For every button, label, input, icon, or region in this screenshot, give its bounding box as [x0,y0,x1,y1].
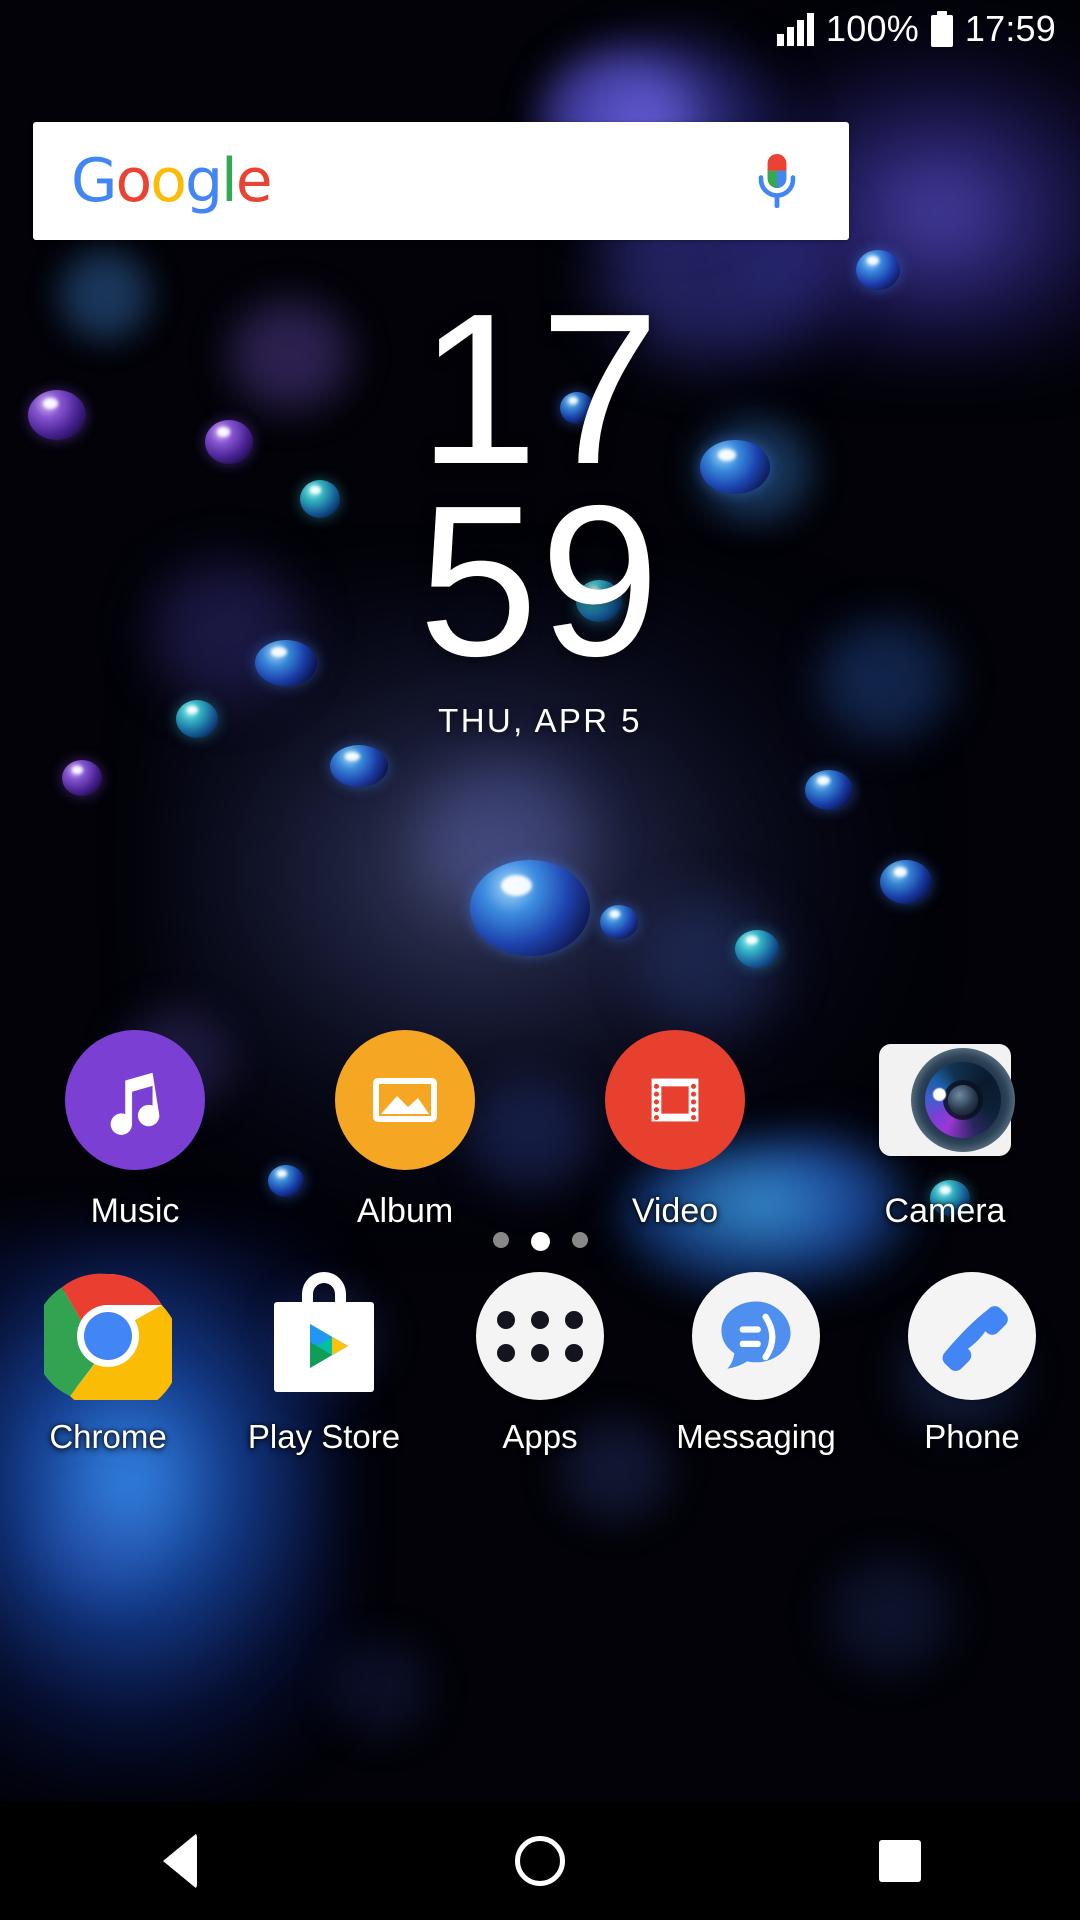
dock-item-apps[interactable]: Apps [432,1272,648,1456]
dock-label-phone: Phone [924,1418,1020,1455]
battery-percent-label: 100% [826,8,919,49]
dock-item-messaging[interactable]: Messaging [648,1272,864,1456]
page-dot-2-active[interactable] [530,1232,550,1251]
chrome-icon [33,1272,181,1416]
app-label-music: Music [90,1192,180,1230]
page-dot-3[interactable] [571,1232,588,1248]
nav-recents-button[interactable] [720,1840,1080,1882]
page-indicator [0,1232,1080,1251]
dock-item-play-store[interactable]: Play Store [216,1272,432,1456]
dock-label-chrome: Chrome [49,1418,167,1455]
app-icon-video[interactable]: Video [540,1030,810,1231]
signal-bars-icon [777,12,815,46]
phone-handset-icon [908,1272,1036,1400]
home-app-row: Music Album Video Camera [0,1030,1080,1231]
app-label-camera: Camera [884,1192,1006,1230]
google-logo: Google [71,146,273,216]
nav-home-button[interactable] [360,1836,720,1886]
status-bar-clock: 17:59 [964,8,1056,49]
dock: Chrome Play Store Apps Messaging Phone [0,1272,1080,1456]
dock-label-play-store: Play Store [247,1418,401,1455]
navigation-bar [0,1802,1080,1920]
dock-label-apps: Apps [502,1418,578,1455]
app-icon-music[interactable]: Music [0,1030,270,1231]
camera-lens-icon [879,1044,1015,1156]
dock-item-chrome[interactable]: Chrome [0,1272,216,1456]
square-recents-icon [879,1840,921,1882]
triangle-back-icon [163,1833,197,1889]
status-bar: 100% 17:59 [0,0,1080,58]
dock-item-phone[interactable]: Phone [864,1272,1080,1456]
page-dot-1[interactable] [492,1232,509,1248]
battery-full-icon [930,11,953,47]
messaging-bubble-icon [692,1272,820,1400]
dock-label-messaging: Messaging [676,1418,836,1455]
play-store-icon [260,1272,388,1400]
app-label-album: Album [356,1192,454,1230]
microphone-icon[interactable] [755,150,799,212]
film-strip-icon [605,1030,745,1170]
wallpaper [0,0,1080,1920]
app-icon-camera[interactable]: Camera [810,1030,1080,1231]
app-icon-album[interactable]: Album [270,1030,540,1231]
google-search-bar[interactable]: Google [33,122,849,240]
circle-home-icon [515,1836,565,1886]
app-drawer-icon [476,1272,604,1400]
music-note-icon [65,1030,205,1170]
photo-image-icon [335,1030,475,1170]
nav-back-button[interactable] [0,1833,360,1889]
app-label-video: Video [631,1192,719,1230]
